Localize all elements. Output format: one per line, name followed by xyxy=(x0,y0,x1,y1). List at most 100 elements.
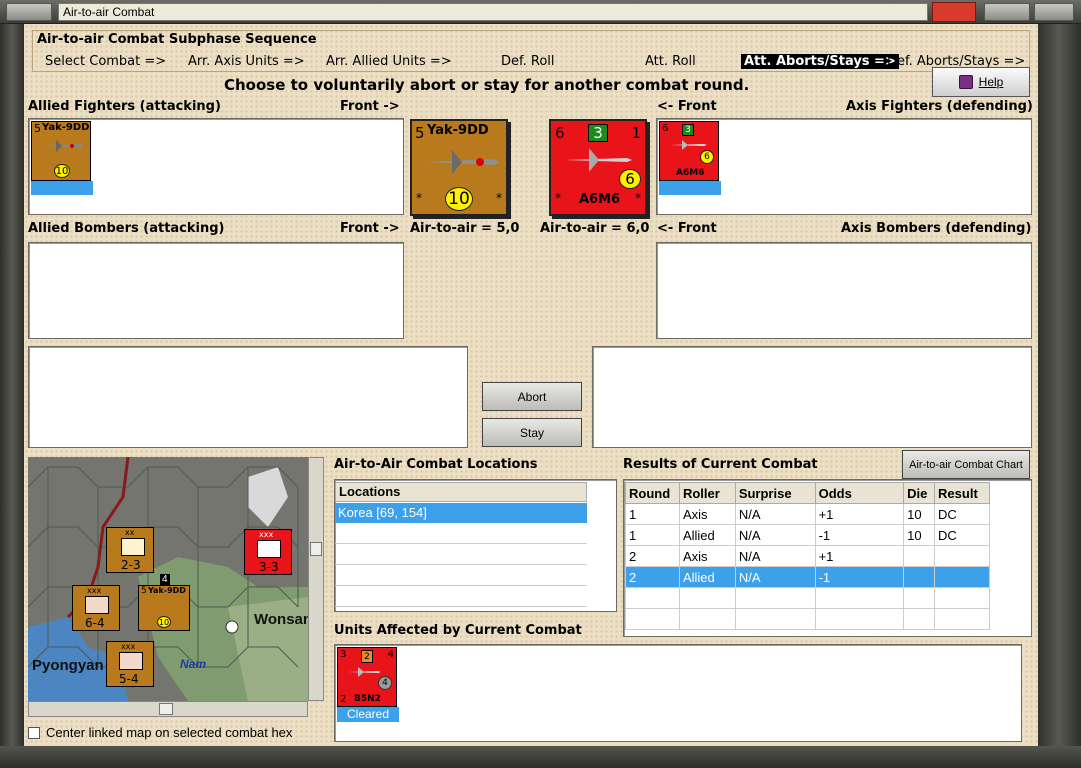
header-round: Round xyxy=(625,482,680,504)
cell-round: 1 xyxy=(625,503,680,525)
header-odds: Odds xyxy=(814,482,905,504)
map-counter-inf2[interactable]: xxx 5-4 xyxy=(106,641,154,687)
step-def-roll: Def. Roll xyxy=(501,54,555,69)
counter-top-left: 5 xyxy=(141,586,147,596)
results-table: Round Roller Surprise Odds Die Result 1 … xyxy=(625,482,990,630)
step-att-roll: Att. Roll xyxy=(645,54,696,69)
allied-bombers-front: Front -> xyxy=(340,221,400,236)
cell-result xyxy=(934,566,990,588)
map-counter-hill[interactable]: xx 2-3 xyxy=(106,527,154,573)
defender-air-value: Air-to-air = 6,0 xyxy=(540,221,650,236)
map-counter-inf1[interactable]: xxx 6-4 xyxy=(72,585,120,631)
table-row[interactable]: 1 Axis N/A +1 10 DC xyxy=(625,503,990,525)
cell-die: 10 xyxy=(903,524,936,546)
book-icon xyxy=(958,75,973,89)
counter-green: 3 xyxy=(588,124,608,142)
counter-top-left: 3 xyxy=(340,649,347,660)
stay-button[interactable]: Stay xyxy=(482,418,582,447)
locations-list[interactable]: Locations Korea [69, 154] xyxy=(334,479,617,612)
plane-icon xyxy=(348,667,381,677)
allied-fighter-selection xyxy=(31,181,93,195)
allied-info-box xyxy=(28,346,468,448)
counter-grey: 4 xyxy=(378,676,392,690)
window-title: Air-to-air Combat xyxy=(58,3,928,21)
location-row-empty xyxy=(335,544,587,565)
counter-star-right: * xyxy=(635,191,641,205)
counter-top: xx xyxy=(125,528,135,537)
counter-orange: 2 xyxy=(361,650,373,663)
air-to-air-chart-button[interactable]: Air-to-air Combat Chart xyxy=(902,450,1030,479)
axis-fighter-counter[interactable]: 6 3 6 A6M6 xyxy=(659,121,719,181)
counter-top-right: 4 xyxy=(387,649,394,660)
counter-top-left: 6 xyxy=(662,123,669,134)
cell-round: 1 xyxy=(625,524,680,546)
axis-bombers-list[interactable] xyxy=(656,242,1032,339)
cell-odds: +1 xyxy=(814,503,905,525)
title-bar: Air-to-air Combat xyxy=(0,0,1081,24)
frame-right xyxy=(1037,24,1081,768)
counter-value: 10 xyxy=(445,187,473,211)
counter-name: B5N2 xyxy=(354,694,381,704)
step-att-aborts-active: Att. Aborts/Stays => xyxy=(741,54,899,69)
scroll-thumb[interactable] xyxy=(159,703,173,715)
affected-unit-counter[interactable]: 3 2 4 4 2 B5N2 xyxy=(337,647,397,707)
cell-surprise: N/A xyxy=(734,524,816,546)
table-row[interactable]: 1 Allied N/A -1 10 DC xyxy=(625,524,990,546)
locations-header: Locations xyxy=(335,482,587,502)
header-die: Die xyxy=(903,482,936,504)
map-counter-plane[interactable]: 5 Yak-9DD 10 xyxy=(138,585,190,631)
counter-top: xxx xyxy=(259,530,274,539)
cell-roller: Allied xyxy=(678,566,736,588)
infantry-icon xyxy=(85,596,109,614)
counter-top: xxx xyxy=(87,586,102,595)
counter-top: xxx xyxy=(121,642,136,651)
map-label-nam: Nam xyxy=(180,657,207,671)
help-button[interactable]: Help xyxy=(932,67,1030,97)
scroll-thumb[interactable] xyxy=(310,542,322,556)
allied-fighter-counter[interactable]: 5 Yak-9DD 10 xyxy=(31,121,91,181)
allied-fighters-list[interactable]: 5 Yak-9DD 10 xyxy=(28,118,404,215)
cell-result: DC xyxy=(934,524,990,546)
location-row-empty xyxy=(335,565,587,586)
allied-bombers-list[interactable] xyxy=(28,242,404,339)
counter-value: 10 xyxy=(54,164,70,178)
allied-bombers-label: Allied Bombers (attacking) xyxy=(28,221,225,236)
table-row-selected[interactable]: 2 Allied N/A -1 xyxy=(625,566,990,588)
attacker-air-value: Air-to-air = 5,0 xyxy=(410,221,520,236)
counter-top-left: 6 xyxy=(555,124,565,142)
locations-section-label: Air-to-Air Combat Locations xyxy=(334,457,538,472)
location-row-empty xyxy=(335,586,587,607)
attacker-large-counter: 5 Yak-9DD * * 10 xyxy=(410,119,508,216)
cell-roller: Allied xyxy=(678,524,736,546)
cell-odds: -1 xyxy=(814,524,905,546)
counter-value: 6-4 xyxy=(85,616,105,630)
linked-map[interactable]: Pyongyan Wonsan Nam xx 2-3 xxx 3-3 xxx 6… xyxy=(28,457,308,701)
counter-value: 5-4 xyxy=(119,672,139,686)
units-affected-list[interactable]: 3 2 4 4 2 B5N2 Cleared xyxy=(334,644,1022,742)
counter-name: Yak-9DD xyxy=(427,123,489,138)
subphase-sequence: Air-to-air Combat Subphase Sequence Sele… xyxy=(32,30,1030,72)
center-map-checkbox[interactable] xyxy=(28,727,40,739)
table-row-empty xyxy=(625,587,990,609)
map-horizontal-scrollbar[interactable] xyxy=(28,701,308,717)
close-button[interactable] xyxy=(932,2,976,22)
abort-button[interactable]: Abort xyxy=(482,382,582,411)
maximize-button[interactable] xyxy=(984,3,1030,21)
map-label-wonsan: Wonsan xyxy=(254,611,308,628)
cell-odds: -1 xyxy=(814,566,905,588)
results-header-row: Round Roller Surprise Odds Die Result xyxy=(625,482,990,504)
map-vertical-scrollbar[interactable] xyxy=(308,457,324,701)
header-surprise: Surprise xyxy=(734,482,816,504)
axis-fighters-list[interactable]: 6 3 6 A6M6 xyxy=(656,118,1032,215)
results-section-label: Results of Current Combat xyxy=(623,457,818,472)
minimize-button[interactable] xyxy=(1034,3,1074,21)
step-select-combat: Select Combat => xyxy=(45,54,167,69)
counter-value: 6 xyxy=(619,169,641,189)
table-row[interactable]: 2 Axis N/A +1 xyxy=(625,545,990,567)
unit-symbol-icon xyxy=(257,540,281,558)
location-row[interactable]: Korea [69, 154] xyxy=(335,503,587,523)
counter-name: A6M6 xyxy=(579,192,621,207)
axis-fighters-label: Axis Fighters (defending) xyxy=(846,99,1033,114)
system-menu-button[interactable] xyxy=(6,3,52,21)
map-counter-red[interactable]: xxx 3-3 xyxy=(244,529,292,575)
